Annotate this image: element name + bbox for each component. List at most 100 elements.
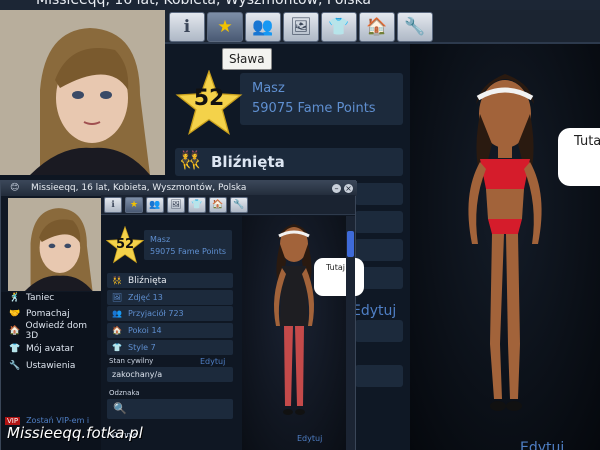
- style-icon: 👕: [328, 17, 350, 37]
- menu-item-my-avatar[interactable]: 👕 Mój avatar: [8, 341, 100, 357]
- tab-fame[interactable]: ★: [125, 197, 143, 213]
- window-titlebar[interactable]: 😊 Missieeqq, 16 lat, Kobieta, Wyszmontów…: [1, 181, 357, 196]
- bg-profile-photo[interactable]: [0, 10, 165, 175]
- menu-item-label: Pomachaj: [26, 309, 70, 319]
- watermark: Missieeqq.fotka.pl: [7, 424, 143, 442]
- bg-tab-bar: ℹ ★ 👥 🖼 👕 🏠 🔧: [165, 10, 600, 44]
- menu-item-label: Mój avatar: [26, 344, 74, 354]
- bg-edit-avatar-link[interactable]: Edytuj: [520, 440, 564, 450]
- photos-label: Zdjęć 13: [128, 293, 163, 302]
- bg-tab-home[interactable]: 🏠: [359, 12, 395, 42]
- tab-style[interactable]: 👕: [188, 197, 206, 213]
- tab-home[interactable]: 🏠: [209, 197, 227, 213]
- window-tab-bar: ℹ ★ 👥 🖼 👕 🏠 🔧: [101, 195, 355, 215]
- menu-item-dance[interactable]: 🕺 Taniec: [8, 290, 100, 306]
- home-icon: 🏠: [9, 326, 21, 336]
- gemini-icon: 👯: [179, 150, 202, 171]
- bg-tab-settings[interactable]: 🔧: [397, 12, 433, 42]
- bg-fame-masz: Masz: [252, 81, 285, 96]
- marital-status-edit-link[interactable]: Edytuj: [200, 357, 225, 366]
- bg-tab-fame[interactable]: ★: [207, 12, 243, 42]
- styles-row[interactable]: 👕 Style 7: [107, 340, 233, 355]
- bg-header-text: Missieeqq, 16 lat, Kobieta, Wyszmontów, …: [36, 0, 372, 8]
- avatar-stage: [242, 216, 346, 450]
- badge-icon: 🔍: [113, 402, 127, 415]
- photos-icon: 🖼: [170, 200, 182, 210]
- styles-label: Style 7: [128, 343, 156, 352]
- bg-avatar-stage: [410, 44, 600, 450]
- bg-tab-friends[interactable]: 👥: [245, 12, 281, 42]
- bg-bubble-text: Tuta: [574, 134, 600, 149]
- smiley-icon: 😊: [10, 183, 20, 193]
- bg-row-strip: [355, 320, 403, 342]
- info-icon: ℹ: [111, 200, 115, 210]
- menu-item-settings[interactable]: 🔧 Ustawienia: [8, 358, 100, 374]
- star-icon: ★: [129, 200, 139, 210]
- bg-row-strip: [355, 365, 403, 387]
- bg-avatar-figure: [468, 74, 542, 411]
- style-icon: 👕: [191, 200, 203, 210]
- scrollbar-thumb[interactable]: [347, 231, 354, 257]
- tab-friends[interactable]: 👥: [146, 197, 164, 213]
- shirt-icon: 👕: [9, 344, 21, 354]
- edit-avatar-link[interactable]: Edytuj: [297, 434, 322, 443]
- minimize-button[interactable]: –: [332, 184, 341, 193]
- bg-row-strip: [355, 211, 403, 233]
- wave-icon: 🤝: [9, 309, 21, 319]
- fame-masz: Masz: [150, 235, 171, 244]
- bg-fame-level: 52: [193, 86, 225, 111]
- star-icon: ★: [217, 17, 233, 37]
- tooltip: Sława: [222, 48, 272, 70]
- info-icon: ℹ: [183, 17, 191, 37]
- bg-edit-link[interactable]: Edytuj: [352, 303, 396, 319]
- rooms-label: Pokoi 14: [128, 326, 162, 335]
- marital-status-value: zakochany/a: [107, 367, 233, 382]
- friends-label: Przyjaciół 723: [128, 309, 184, 318]
- friends-row[interactable]: 👥 Przyjaciół 723: [107, 306, 233, 321]
- settings-icon: 🔧: [233, 200, 245, 210]
- photos-icon: 🖼: [290, 17, 312, 37]
- gemini-icon: 👯: [112, 276, 122, 285]
- wrench-icon: 🔧: [9, 361, 21, 371]
- bg-header-bar: Missieeqq, 16 lat, Kobieta, Wyszmontów, …: [0, 0, 600, 10]
- bg-row-strip: [355, 239, 403, 261]
- rooms-row[interactable]: 🏠 Pokoi 14: [107, 323, 233, 338]
- style-icon: 👕: [112, 343, 122, 352]
- bg-tab-style[interactable]: 👕: [321, 12, 357, 42]
- home-icon: 🏠: [212, 200, 224, 210]
- home-icon: 🏠: [112, 326, 122, 335]
- friends-icon: 👥: [149, 200, 161, 210]
- friends-icon: 👥: [252, 17, 274, 37]
- bg-zodiac-label: Bliźnięta: [211, 153, 285, 171]
- menu-item-wave[interactable]: 🤝 Pomachaj: [8, 306, 100, 322]
- fame-points: 59075 Fame Points: [150, 247, 227, 256]
- menu-item-label: Ustawienia: [26, 361, 76, 371]
- dance-icon: 🕺: [9, 293, 21, 303]
- bg-speech-bubble: Tuta: [558, 128, 600, 186]
- window-title: Missieeqq, 16 lat, Kobieta, Wyszmontów, …: [31, 183, 247, 193]
- profile-photo[interactable]: [8, 198, 101, 291]
- tab-info[interactable]: ℹ: [104, 197, 122, 213]
- speech-bubble: Tutaj w: [314, 258, 364, 296]
- home-icon: 🏠: [366, 17, 388, 37]
- bg-tab-photos[interactable]: 🖼: [283, 12, 319, 42]
- photos-icon: 🖼: [111, 293, 123, 302]
- settings-icon: 🔧: [404, 17, 426, 37]
- bg-zodiac-row: [175, 148, 403, 176]
- close-button[interactable]: ×: [344, 184, 353, 193]
- photos-row[interactable]: 🖼 Zdjęć 13: [107, 290, 233, 305]
- badge-label: Odznaka: [109, 389, 140, 397]
- avatar-figure: [274, 224, 314, 415]
- friends-icon: 👥: [112, 309, 122, 318]
- bg-row-strip: [355, 183, 403, 205]
- tab-settings[interactable]: 🔧: [230, 197, 248, 213]
- marital-status-label: Stan cywilny: [109, 357, 154, 365]
- bg-fame-points: 59075 Fame Points: [252, 101, 376, 116]
- tab-photos[interactable]: 🖼: [167, 197, 185, 213]
- zodiac-row: 👯 Bliźnięta: [107, 273, 233, 288]
- zodiac-label: Bliźnięta: [128, 275, 167, 286]
- menu-item-label: Odwiedź dom 3D: [25, 321, 88, 341]
- fame-level: 52: [115, 237, 135, 252]
- menu-item-visit-home[interactable]: 🏠 Odwiedź dom 3D: [8, 321, 100, 341]
- bg-tab-info[interactable]: ℹ: [169, 12, 205, 42]
